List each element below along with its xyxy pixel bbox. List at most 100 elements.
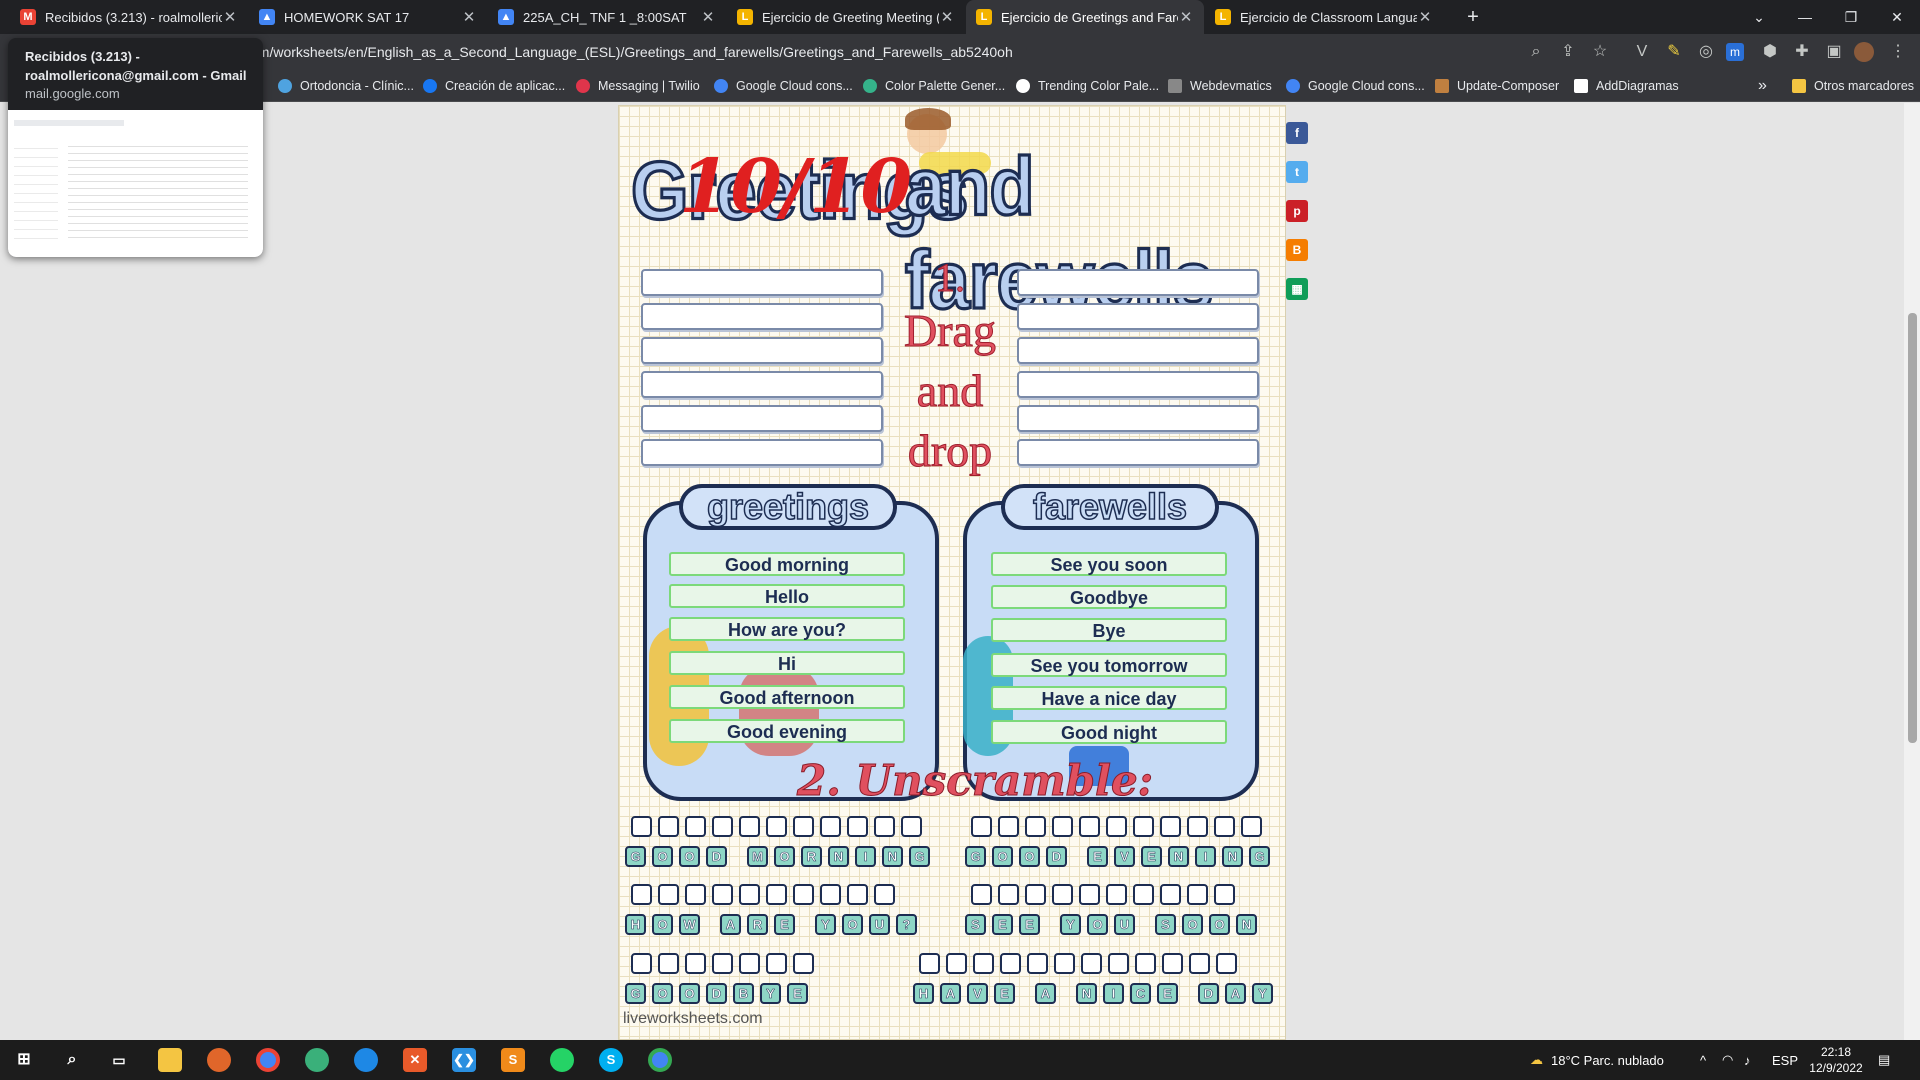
side-panel-icon[interactable]: ▣ xyxy=(1822,40,1846,64)
answer-box[interactable] xyxy=(739,884,760,905)
page-scrollbar[interactable] xyxy=(1904,103,1920,1040)
answer-box[interactable] xyxy=(971,884,992,905)
bookmark-item[interactable]: AddDiagramas xyxy=(1574,70,1679,102)
tab-greetings-farewells[interactable]: L Ejercicio de Greetings and Farew ✕ xyxy=(966,0,1204,34)
letter-tile[interactable]: E xyxy=(774,914,795,935)
letter-tile[interactable]: O xyxy=(652,983,673,1004)
letter-tile[interactable]: N xyxy=(1168,846,1189,867)
answer-box[interactable] xyxy=(1187,816,1208,837)
word-tile[interactable]: Good night xyxy=(991,720,1227,744)
letter-tile[interactable]: D xyxy=(706,983,727,1004)
answer-box[interactable] xyxy=(874,884,895,905)
answer-box[interactable] xyxy=(946,953,967,974)
answer-box[interactable] xyxy=(1025,884,1046,905)
answer-box[interactable] xyxy=(1106,816,1127,837)
letter-tile[interactable]: U xyxy=(1114,914,1135,935)
scrollbar-thumb[interactable] xyxy=(1908,313,1917,743)
whatsapp-icon[interactable] xyxy=(550,1048,574,1072)
minimize-button[interactable]: — xyxy=(1782,0,1828,34)
letter-tile[interactable]: E xyxy=(787,983,808,1004)
highlighter-extension-icon[interactable]: ✎ xyxy=(1662,40,1686,64)
drop-box[interactable] xyxy=(641,439,883,466)
letter-tile[interactable]: E xyxy=(1019,914,1040,935)
letter-tile[interactable]: R xyxy=(801,846,822,867)
skype-icon[interactable]: S xyxy=(599,1048,623,1072)
word-tile[interactable]: See you soon xyxy=(991,552,1227,576)
pinterest-icon[interactable]: p xyxy=(1286,200,1308,222)
word-tile[interactable]: Good evening xyxy=(669,719,905,743)
profile-avatar[interactable] xyxy=(1854,42,1874,62)
letter-tile[interactable]: O xyxy=(652,846,673,867)
firefox-icon[interactable] xyxy=(207,1048,231,1072)
letter-tile[interactable]: G xyxy=(1249,846,1270,867)
weather-widget[interactable]: ☁ 18°C Parc. nublado xyxy=(1530,1040,1664,1080)
answer-box[interactable] xyxy=(1081,953,1102,974)
answer-box[interactable] xyxy=(1054,953,1075,974)
letter-tile[interactable]: Y xyxy=(815,914,836,935)
answer-box[interactable] xyxy=(766,816,787,837)
facebook-icon[interactable]: f xyxy=(1286,122,1308,144)
bookmark-item[interactable]: Ortodoncia - Clínic... xyxy=(278,70,414,102)
letter-tile[interactable]: Y xyxy=(1252,983,1273,1004)
answer-box[interactable] xyxy=(998,816,1019,837)
letter-tile[interactable]: I xyxy=(855,846,876,867)
letter-tile[interactable]: G xyxy=(965,846,986,867)
bookmark-item[interactable]: Webdevmatics xyxy=(1168,70,1272,102)
letter-tile[interactable]: N xyxy=(882,846,903,867)
letter-tile[interactable]: A xyxy=(940,983,961,1004)
word-tile[interactable]: Goodbye xyxy=(991,585,1227,609)
answer-box[interactable] xyxy=(973,953,994,974)
answer-box[interactable] xyxy=(1133,884,1154,905)
letter-tile[interactable]: O xyxy=(1209,914,1230,935)
letter-tile[interactable]: H xyxy=(913,983,934,1004)
word-tile[interactable]: Bye xyxy=(991,618,1227,642)
answer-box[interactable] xyxy=(1162,953,1183,974)
answer-box[interactable] xyxy=(1027,953,1048,974)
letter-tile[interactable]: N xyxy=(1236,914,1257,935)
close-icon[interactable]: ✕ xyxy=(461,8,477,26)
letter-tile[interactable]: A xyxy=(1035,983,1056,1004)
blogger-icon[interactable]: B xyxy=(1286,239,1308,261)
answer-box[interactable] xyxy=(766,884,787,905)
letter-tile[interactable]: O xyxy=(842,914,863,935)
tab-classroom-language[interactable]: L Ejercicio de Classroom Language ✕ xyxy=(1205,0,1443,34)
letter-tile[interactable]: I xyxy=(1195,846,1216,867)
extension-cube-icon[interactable]: ⬢ xyxy=(1758,40,1782,64)
drop-box[interactable] xyxy=(641,337,883,364)
app-icon[interactable] xyxy=(305,1048,329,1072)
word-tile[interactable]: Good morning xyxy=(669,552,905,576)
answer-box[interactable] xyxy=(919,953,940,974)
answer-box[interactable] xyxy=(631,816,652,837)
wifi-icon[interactable]: ◠ xyxy=(1722,1040,1733,1080)
drop-box[interactable] xyxy=(1017,371,1259,398)
letter-tile[interactable]: C xyxy=(1130,983,1151,1004)
letter-tile[interactable]: G xyxy=(909,846,930,867)
answer-box[interactable] xyxy=(901,816,922,837)
close-icon[interactable]: ✕ xyxy=(700,8,716,26)
extension-m-icon[interactable]: m xyxy=(1726,43,1744,61)
close-icon[interactable]: ✕ xyxy=(1178,8,1194,26)
twitter-icon[interactable]: t xyxy=(1286,161,1308,183)
answer-box[interactable] xyxy=(631,953,652,974)
answer-box[interactable] xyxy=(1214,884,1235,905)
answer-box[interactable] xyxy=(1052,884,1073,905)
answer-box[interactable] xyxy=(847,884,868,905)
answer-box[interactable] xyxy=(1160,816,1181,837)
letter-tile[interactable]: M xyxy=(747,846,768,867)
letter-tile[interactable]: O xyxy=(679,983,700,1004)
letter-tile[interactable]: E xyxy=(1157,983,1178,1004)
answer-box[interactable] xyxy=(1133,816,1154,837)
drop-box[interactable] xyxy=(641,405,883,432)
letter-tile[interactable]: V xyxy=(967,983,988,1004)
letter-tile[interactable]: O xyxy=(1182,914,1203,935)
windows-start-icon[interactable]: ⊞ xyxy=(12,1048,36,1072)
answer-box[interactable] xyxy=(685,953,706,974)
other-bookmarks[interactable]: Otros marcadores xyxy=(1792,70,1914,102)
letter-tile[interactable]: A xyxy=(720,914,741,935)
extension-v-icon[interactable]: V xyxy=(1630,40,1654,64)
volume-icon[interactable]: ♪ xyxy=(1744,1040,1751,1080)
letter-tile[interactable]: O xyxy=(1087,914,1108,935)
letter-tile[interactable]: O xyxy=(652,914,673,935)
letter-tile[interactable]: O xyxy=(774,846,795,867)
answer-box[interactable] xyxy=(739,953,760,974)
